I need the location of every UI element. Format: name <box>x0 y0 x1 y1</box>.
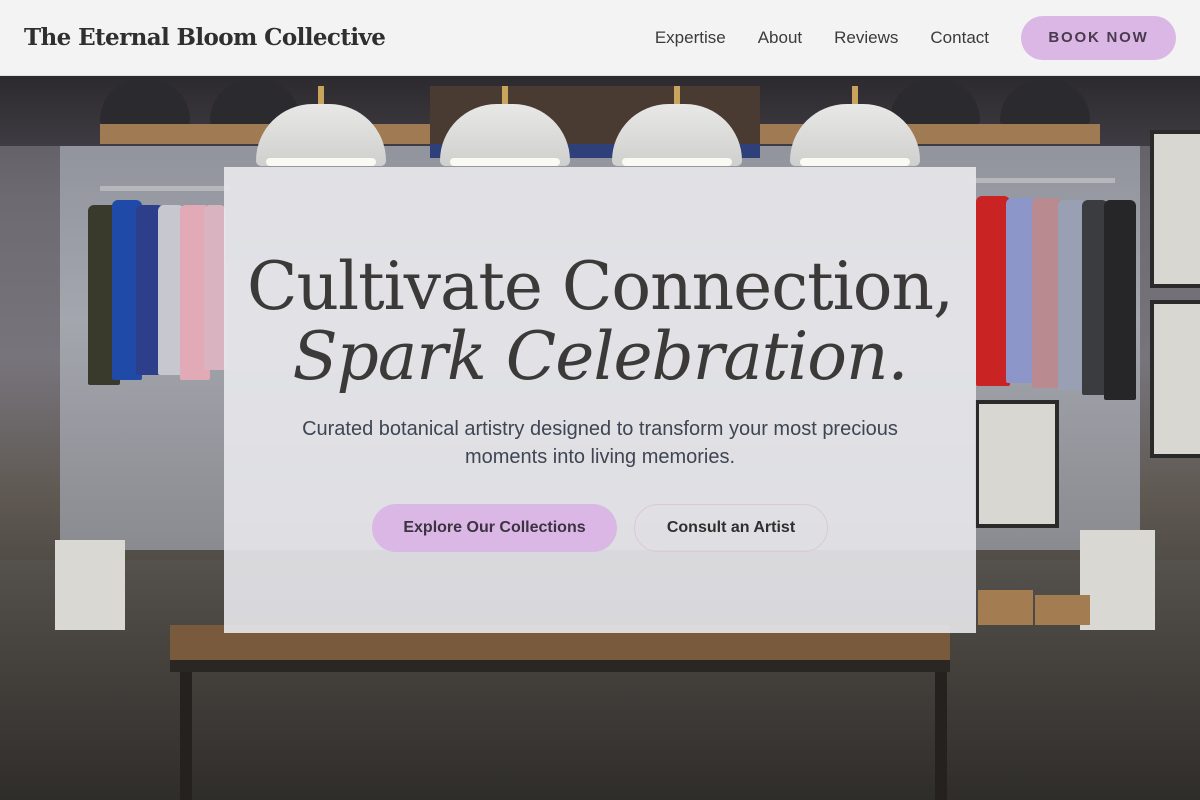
cinder-blocks <box>1080 530 1155 630</box>
hero-subtitle: Curated botanical artistry designed to t… <box>302 418 898 468</box>
brand-logo[interactable]: The Eternal Bloom Collective <box>24 24 386 51</box>
cardboard-box <box>1035 595 1090 625</box>
hero-headline-line2: Spark Celebration. <box>292 318 908 395</box>
site-header: The Eternal Bloom Collective Expertise A… <box>0 0 1200 76</box>
cardboard-box <box>978 590 1033 625</box>
explore-collections-button[interactable]: Explore Our Collections <box>372 504 617 552</box>
hero-card: Cultivate Connection, Spark Celebration.… <box>224 167 976 633</box>
pendant-lamp <box>790 86 920 166</box>
clothing-rail <box>975 178 1115 183</box>
consult-artist-button[interactable]: Consult an Artist <box>634 504 828 552</box>
garment <box>1104 200 1136 400</box>
nav-link-contact[interactable]: Contact <box>930 28 989 48</box>
nav-link-expertise[interactable]: Expertise <box>655 28 726 48</box>
display-table-frame <box>170 660 950 672</box>
wall-frame <box>975 400 1059 528</box>
wall-frame <box>1150 130 1200 288</box>
nav-link-about[interactable]: About <box>758 28 802 48</box>
pendant-lamp <box>440 86 570 166</box>
cinder-blocks <box>55 540 125 630</box>
table-leg <box>180 672 192 800</box>
pendant-lamp <box>612 86 742 166</box>
clothing-rail <box>100 186 230 191</box>
garment <box>204 205 226 370</box>
pendant-lamp <box>256 86 386 166</box>
hero-headline-line1: Cultivate Connection, <box>246 248 954 325</box>
book-now-button[interactable]: BOOK NOW <box>1021 15 1176 60</box>
main-nav: Expertise About Reviews Contact BOOK NOW <box>623 15 1176 60</box>
wall-frame <box>1150 300 1200 458</box>
table-leg <box>935 672 947 800</box>
nav-link-reviews[interactable]: Reviews <box>834 28 898 48</box>
garment <box>976 196 1010 386</box>
